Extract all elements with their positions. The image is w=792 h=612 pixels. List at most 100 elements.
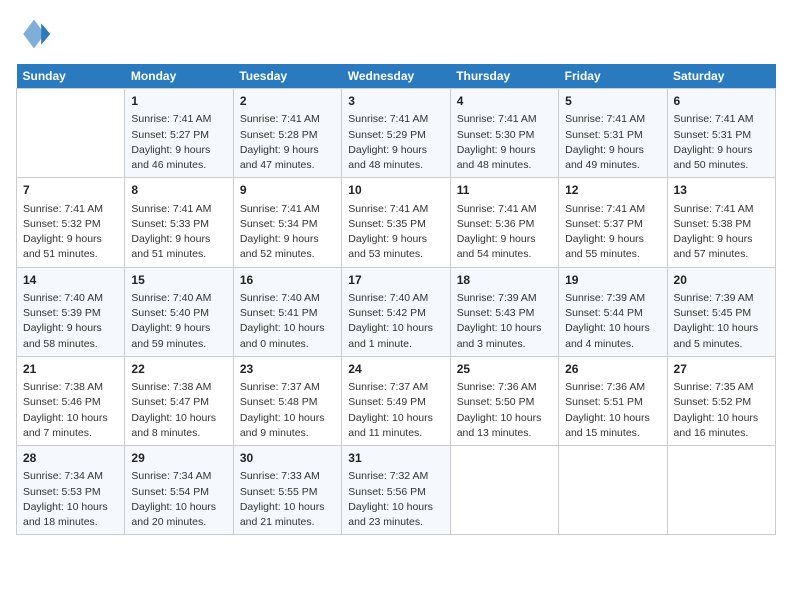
day-info: Sunrise: 7:40 AMSunset: 5:39 PMDaylight:… [23, 291, 118, 352]
day-number: 10 [348, 182, 443, 199]
day-number: 31 [348, 450, 443, 467]
day-info: Sunrise: 7:37 AMSunset: 5:49 PMDaylight:… [348, 380, 443, 441]
day-cell: 20 Sunrise: 7:39 AMSunset: 5:45 PMDayligh… [667, 267, 775, 356]
day-number: 16 [240, 272, 335, 289]
day-cell: 6Sunrise: 7:41 AMSunset: 5:31 PMDaylight… [667, 89, 775, 178]
day-info: Sunrise: 7:37 AMSunset: 5:48 PMDaylight:… [240, 380, 335, 441]
day-cell [17, 89, 125, 178]
day-number: 12 [565, 182, 660, 199]
day-info: Sunrise: 7:33 AMSunset: 5:55 PMDaylight:… [240, 469, 335, 530]
day-number: 17 [348, 272, 443, 289]
day-number: 26 [565, 361, 660, 378]
day-cell [450, 446, 558, 535]
logo-icon [16, 16, 52, 52]
day-cell: 2Sunrise: 7:41 AMSunset: 5:28 PMDaylight… [233, 89, 341, 178]
header [16, 16, 776, 52]
day-cell: 13Sunrise: 7:41 AMSunset: 5:38 PMDayligh… [667, 178, 775, 267]
day-info: Sunrise: 7:41 AMSunset: 5:38 PMDaylight:… [674, 202, 769, 263]
day-number: 15 [131, 272, 226, 289]
day-cell: 24Sunrise: 7:37 AMSunset: 5:49 PMDayligh… [342, 356, 450, 445]
day-info: Sunrise: 7:34 AMSunset: 5:53 PMDaylight:… [23, 469, 118, 530]
day-cell: 7 Sunrise: 7:41 AMSunset: 5:32 PMDaylight… [17, 178, 125, 267]
day-info: Sunrise: 7:34 AMSunset: 5:54 PMDaylight:… [131, 469, 226, 530]
day-number: 8 [131, 182, 226, 199]
day-info: Sunrise: 7:38 AMSunset: 5:46 PMDaylight:… [23, 380, 118, 441]
day-info: Sunrise: 7:40 AMSunset: 5:41 PMDaylight:… [240, 291, 335, 352]
page: SundayMondayTuesdayWednesdayThursdayFrid… [0, 0, 792, 612]
week-row-3: 14 Sunrise: 7:40 AMSunset: 5:39 PMDayligh… [17, 267, 776, 356]
day-cell: 9 Sunrise: 7:41 AMSunset: 5:34 PMDaylight… [233, 178, 341, 267]
day-info: Sunrise: 7:41 AMSunset: 5:34 PMDaylight:… [240, 202, 335, 263]
day-cell: 11 Sunrise: 7:41 AMSunset: 5:36 PMDayligh… [450, 178, 558, 267]
day-number: 11 [457, 182, 552, 199]
day-cell: 30 Sunrise: 7:33 AMSunset: 5:55 PMDayligh… [233, 446, 341, 535]
day-info: Sunrise: 7:35 AMSunset: 5:52 PMDaylight:… [674, 380, 769, 441]
col-header-thursday: Thursday [450, 64, 558, 89]
col-header-monday: Monday [125, 64, 233, 89]
day-info: Sunrise: 7:41 AMSunset: 5:29 PMDaylight:… [348, 112, 443, 173]
day-cell: 17 Sunrise: 7:40 AMSunset: 5:42 PMDayligh… [342, 267, 450, 356]
day-number: 21 [23, 361, 118, 378]
day-number: 14 [23, 272, 118, 289]
day-number: 9 [240, 182, 335, 199]
day-cell: 23 Sunrise: 7:37 AMSunset: 5:48 PMDayligh… [233, 356, 341, 445]
day-cell: 15 Sunrise: 7:40 AMSunset: 5:40 PMDayligh… [125, 267, 233, 356]
day-info: Sunrise: 7:39 AMSunset: 5:45 PMDaylight:… [674, 291, 769, 352]
day-number: 6 [674, 93, 769, 110]
day-cell: 25Sunrise: 7:36 AMSunset: 5:50 PMDayligh… [450, 356, 558, 445]
day-cell: 31 Sunrise: 7:32 AMSunset: 5:56 PMDayligh… [342, 446, 450, 535]
day-info: Sunrise: 7:41 AMSunset: 5:33 PMDaylight:… [131, 202, 226, 263]
col-header-friday: Friday [559, 64, 667, 89]
day-number: 5 [565, 93, 660, 110]
day-info: Sunrise: 7:41 AMSunset: 5:35 PMDaylight:… [348, 202, 443, 263]
week-row-4: 21 Sunrise: 7:38 AMSunset: 5:46 PMDayligh… [17, 356, 776, 445]
day-number: 18 [457, 272, 552, 289]
day-cell: 12 Sunrise: 7:41 AMSunset: 5:37 PMDayligh… [559, 178, 667, 267]
day-info: Sunrise: 7:39 AMSunset: 5:44 PMDaylight:… [565, 291, 660, 352]
day-info: Sunrise: 7:39 AMSunset: 5:43 PMDaylight:… [457, 291, 552, 352]
day-number: 29 [131, 450, 226, 467]
day-number: 1 [131, 93, 226, 110]
day-number: 30 [240, 450, 335, 467]
day-cell [559, 446, 667, 535]
day-info: Sunrise: 7:41 AMSunset: 5:30 PMDaylight:… [457, 112, 552, 173]
day-info: Sunrise: 7:40 AMSunset: 5:40 PMDaylight:… [131, 291, 226, 352]
day-number: 27 [674, 361, 769, 378]
day-cell: 1Sunrise: 7:41 AMSunset: 5:27 PMDaylight… [125, 89, 233, 178]
day-cell: 29 Sunrise: 7:34 AMSunset: 5:54 PMDayligh… [125, 446, 233, 535]
day-number: 19 [565, 272, 660, 289]
day-info: Sunrise: 7:32 AMSunset: 5:56 PMDaylight:… [348, 469, 443, 530]
day-info: Sunrise: 7:41 AMSunset: 5:36 PMDaylight:… [457, 202, 552, 263]
day-cell: 19 Sunrise: 7:39 AMSunset: 5:44 PMDayligh… [559, 267, 667, 356]
day-info: Sunrise: 7:41 AMSunset: 5:32 PMDaylight:… [23, 202, 118, 263]
day-cell: 21 Sunrise: 7:38 AMSunset: 5:46 PMDayligh… [17, 356, 125, 445]
day-cell [667, 446, 775, 535]
day-cell: 16 Sunrise: 7:40 AMSunset: 5:41 PMDayligh… [233, 267, 341, 356]
col-header-saturday: Saturday [667, 64, 775, 89]
day-info: Sunrise: 7:41 AMSunset: 5:28 PMDaylight:… [240, 112, 335, 173]
week-row-1: 1Sunrise: 7:41 AMSunset: 5:27 PMDaylight… [17, 89, 776, 178]
day-number: 7 [23, 182, 118, 199]
day-cell: 26 Sunrise: 7:36 AMSunset: 5:51 PMDayligh… [559, 356, 667, 445]
day-number: 20 [674, 272, 769, 289]
week-row-5: 28Sunrise: 7:34 AMSunset: 5:53 PMDayligh… [17, 446, 776, 535]
day-cell: 28Sunrise: 7:34 AMSunset: 5:53 PMDayligh… [17, 446, 125, 535]
day-cell: 10 Sunrise: 7:41 AMSunset: 5:35 PMDayligh… [342, 178, 450, 267]
day-info: Sunrise: 7:36 AMSunset: 5:51 PMDaylight:… [565, 380, 660, 441]
day-info: Sunrise: 7:41 AMSunset: 5:37 PMDaylight:… [565, 202, 660, 263]
col-header-sunday: Sunday [17, 64, 125, 89]
day-cell: 8 Sunrise: 7:41 AMSunset: 5:33 PMDaylight… [125, 178, 233, 267]
day-number: 4 [457, 93, 552, 110]
header-row: SundayMondayTuesdayWednesdayThursdayFrid… [17, 64, 776, 89]
day-cell: 4 Sunrise: 7:41 AMSunset: 5:30 PMDaylight… [450, 89, 558, 178]
day-number: 22 [131, 361, 226, 378]
day-number: 23 [240, 361, 335, 378]
day-cell: 18 Sunrise: 7:39 AMSunset: 5:43 PMDayligh… [450, 267, 558, 356]
col-header-wednesday: Wednesday [342, 64, 450, 89]
day-cell: 27 Sunrise: 7:35 AMSunset: 5:52 PMDayligh… [667, 356, 775, 445]
day-info: Sunrise: 7:40 AMSunset: 5:42 PMDaylight:… [348, 291, 443, 352]
day-cell: 3Sunrise: 7:41 AMSunset: 5:29 PMDaylight… [342, 89, 450, 178]
day-number: 25 [457, 361, 552, 378]
day-info: Sunrise: 7:38 AMSunset: 5:47 PMDaylight:… [131, 380, 226, 441]
day-cell: 22 Sunrise: 7:38 AMSunset: 5:47 PMDayligh… [125, 356, 233, 445]
